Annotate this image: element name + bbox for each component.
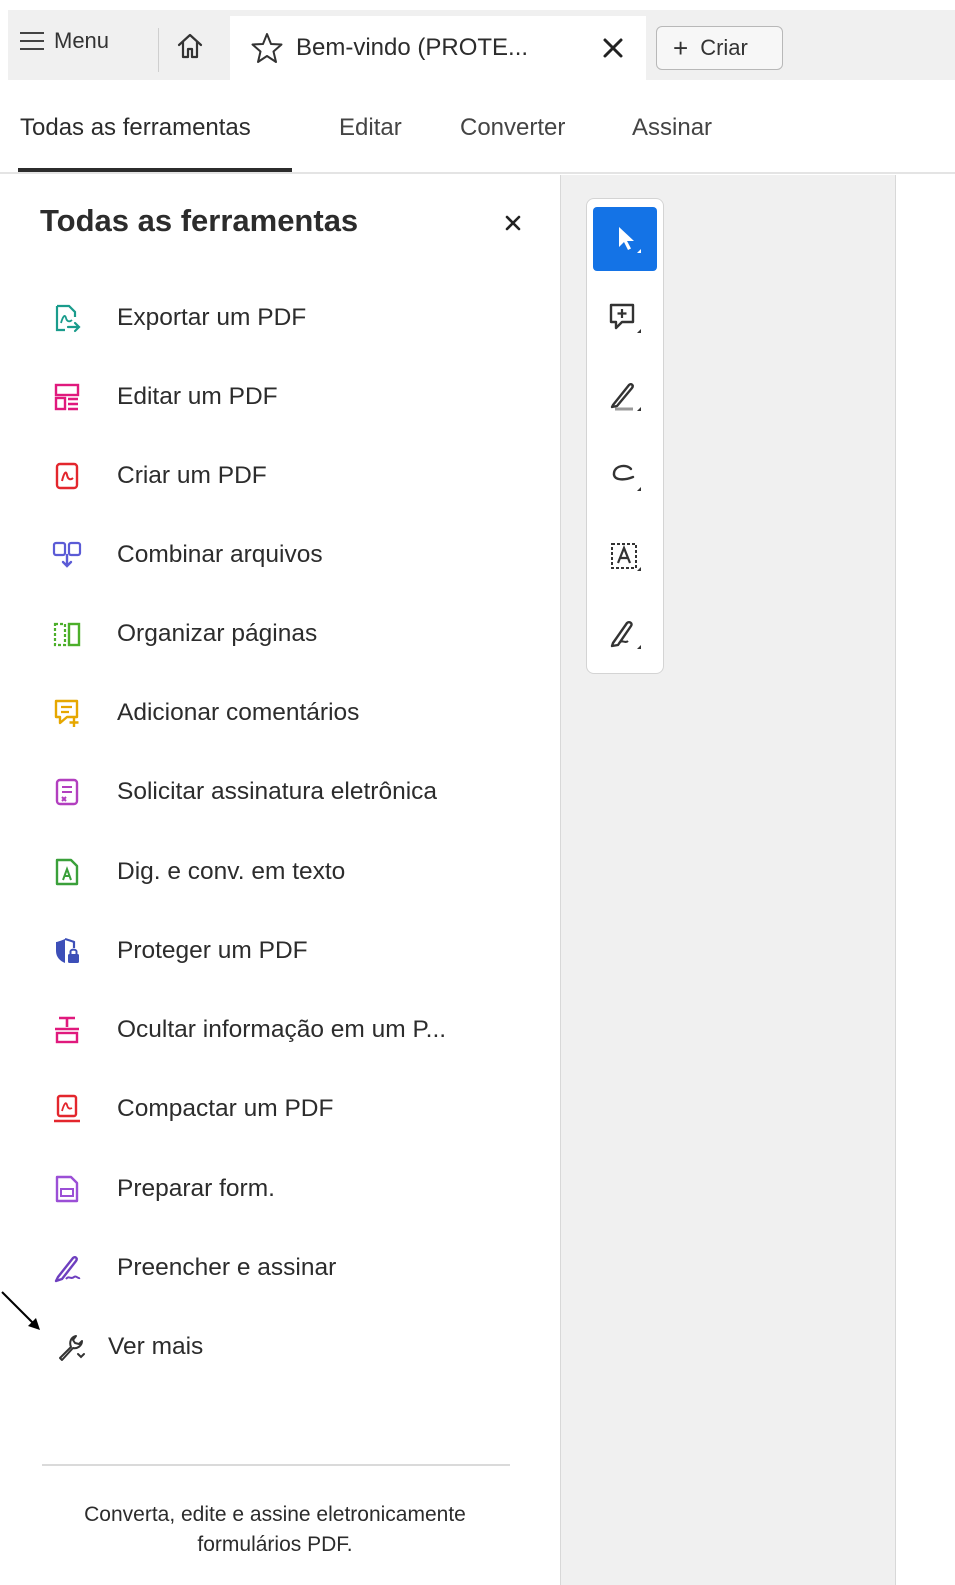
tool-organize-pages[interactable]: Organizar páginas [52, 614, 317, 654]
scan-ocr-icon [55, 858, 79, 886]
draw-freeform-icon [612, 464, 641, 491]
add-comment-icon [54, 699, 79, 727]
menu-button[interactable]: Menu [20, 28, 109, 54]
comment-tool-button[interactable] [593, 287, 657, 351]
edit-pdf-icon [54, 383, 80, 411]
nav-tabs: Todas as ferramentas Editar Converter As… [0, 80, 955, 174]
tool-fill-sign[interactable]: Preencher e assinar [52, 1248, 336, 1288]
annotation-arrow [1, 1291, 40, 1330]
app-tab-bar: Menu Bem-vindo (PROTE... + Criar [8, 10, 955, 80]
see-more-label: Ver mais [108, 1333, 204, 1360]
combine-files-icon [52, 541, 82, 568]
export-pdf-icon [55, 304, 81, 333]
tool-combine-files[interactable]: Combinar arquivos [52, 535, 323, 575]
text-select-icon [611, 543, 641, 571]
panel-separator [42, 1464, 510, 1466]
tool-label: Exportar um PDF [117, 304, 307, 331]
sign-pen-icon [610, 621, 641, 649]
plus-icon: + [673, 33, 689, 63]
fill-sign-icon [54, 1256, 81, 1283]
tool-label: Combinar arquivos [117, 541, 323, 568]
tool-label: Adicionar comentários [117, 699, 360, 726]
panel-footer-text: Converta, edite e assine eletronicamente… [84, 1503, 466, 1556]
draw-tool-button[interactable] [593, 445, 657, 509]
document-tab-title: Bem-vindo (PROTE... [296, 34, 529, 61]
tool-compress-pdf[interactable]: Compactar um PDF [52, 1089, 333, 1129]
highlight-tool-button[interactable] [593, 365, 657, 429]
see-more-button[interactable]: Ver mais [56, 1327, 203, 1367]
tool-scan-ocr[interactable]: Dig. e conv. em texto [52, 852, 345, 892]
tool-redact[interactable]: Ocultar informação em um P... [52, 1010, 446, 1050]
create-pdf-icon [55, 462, 79, 490]
tool-label: Preparar form. [117, 1175, 275, 1202]
home-icon[interactable] [174, 30, 206, 62]
wrench-icon [59, 1335, 85, 1361]
compress-pdf-icon [54, 1094, 80, 1123]
tool-label: Ocultar informação em um P... [117, 1016, 447, 1043]
tool-edit-pdf[interactable]: Editar um PDF [52, 377, 278, 417]
tab-convert[interactable]: Converter [460, 114, 565, 142]
tool-request-esign[interactable]: Solicitar assinatura eletrônica [52, 772, 437, 812]
tool-label: Organizar páginas [117, 620, 318, 647]
sign-tool-button[interactable] [593, 603, 657, 667]
tool-create-pdf[interactable]: Criar um PDF [52, 456, 267, 496]
tab-divider [158, 28, 159, 72]
panel-title: Todas as ferramentas [40, 203, 359, 238]
redact-icon [55, 1016, 79, 1044]
prepare-form-icon [55, 1175, 79, 1203]
tab-all-tools[interactable]: Todas as ferramentas [20, 114, 251, 142]
tool-label: Dig. e conv. em texto [117, 858, 346, 885]
create-label: Criar [700, 35, 748, 60]
request-signature-icon [55, 778, 79, 806]
tool-add-comments[interactable]: Adicionar comentários [52, 693, 359, 733]
text-select-tool-button[interactable] [593, 525, 657, 589]
tool-protect-pdf[interactable]: Proteger um PDF [52, 931, 308, 971]
menu-label: Menu [54, 28, 110, 53]
tab-sign[interactable]: Assinar [632, 114, 712, 142]
close-icon[interactable] [598, 33, 628, 63]
active-tab-indicator [18, 168, 292, 172]
tool-label: Preencher e assinar [117, 1254, 337, 1281]
star-icon[interactable] [250, 31, 284, 65]
tool-export-pdf[interactable]: Exportar um PDF [52, 298, 306, 338]
hamburger-icon [20, 32, 44, 50]
tool-prepare-form[interactable]: Preparar form. [52, 1169, 275, 1209]
tool-label: Criar um PDF [117, 462, 267, 489]
tool-label: Editar um PDF [117, 383, 278, 410]
organize-pages-icon [53, 622, 81, 647]
add-comment-icon [609, 303, 641, 333]
tool-label: Proteger um PDF [117, 937, 308, 964]
tool-label: Solicitar assinatura eletrônica [117, 778, 438, 805]
document-tab[interactable]: Bem-vindo (PROTE... [230, 16, 646, 80]
create-button[interactable]: + Criar [656, 26, 783, 70]
select-tool-button[interactable] [593, 207, 657, 271]
tool-label: Compactar um PDF [117, 1095, 334, 1122]
close-icon[interactable] [500, 210, 526, 236]
tab-edit[interactable]: Editar [339, 114, 402, 142]
highlight-pen-icon [610, 383, 641, 411]
select-cursor-icon [619, 227, 641, 253]
quick-tools-bar [586, 198, 664, 674]
protect-pdf-icon [56, 937, 79, 963]
